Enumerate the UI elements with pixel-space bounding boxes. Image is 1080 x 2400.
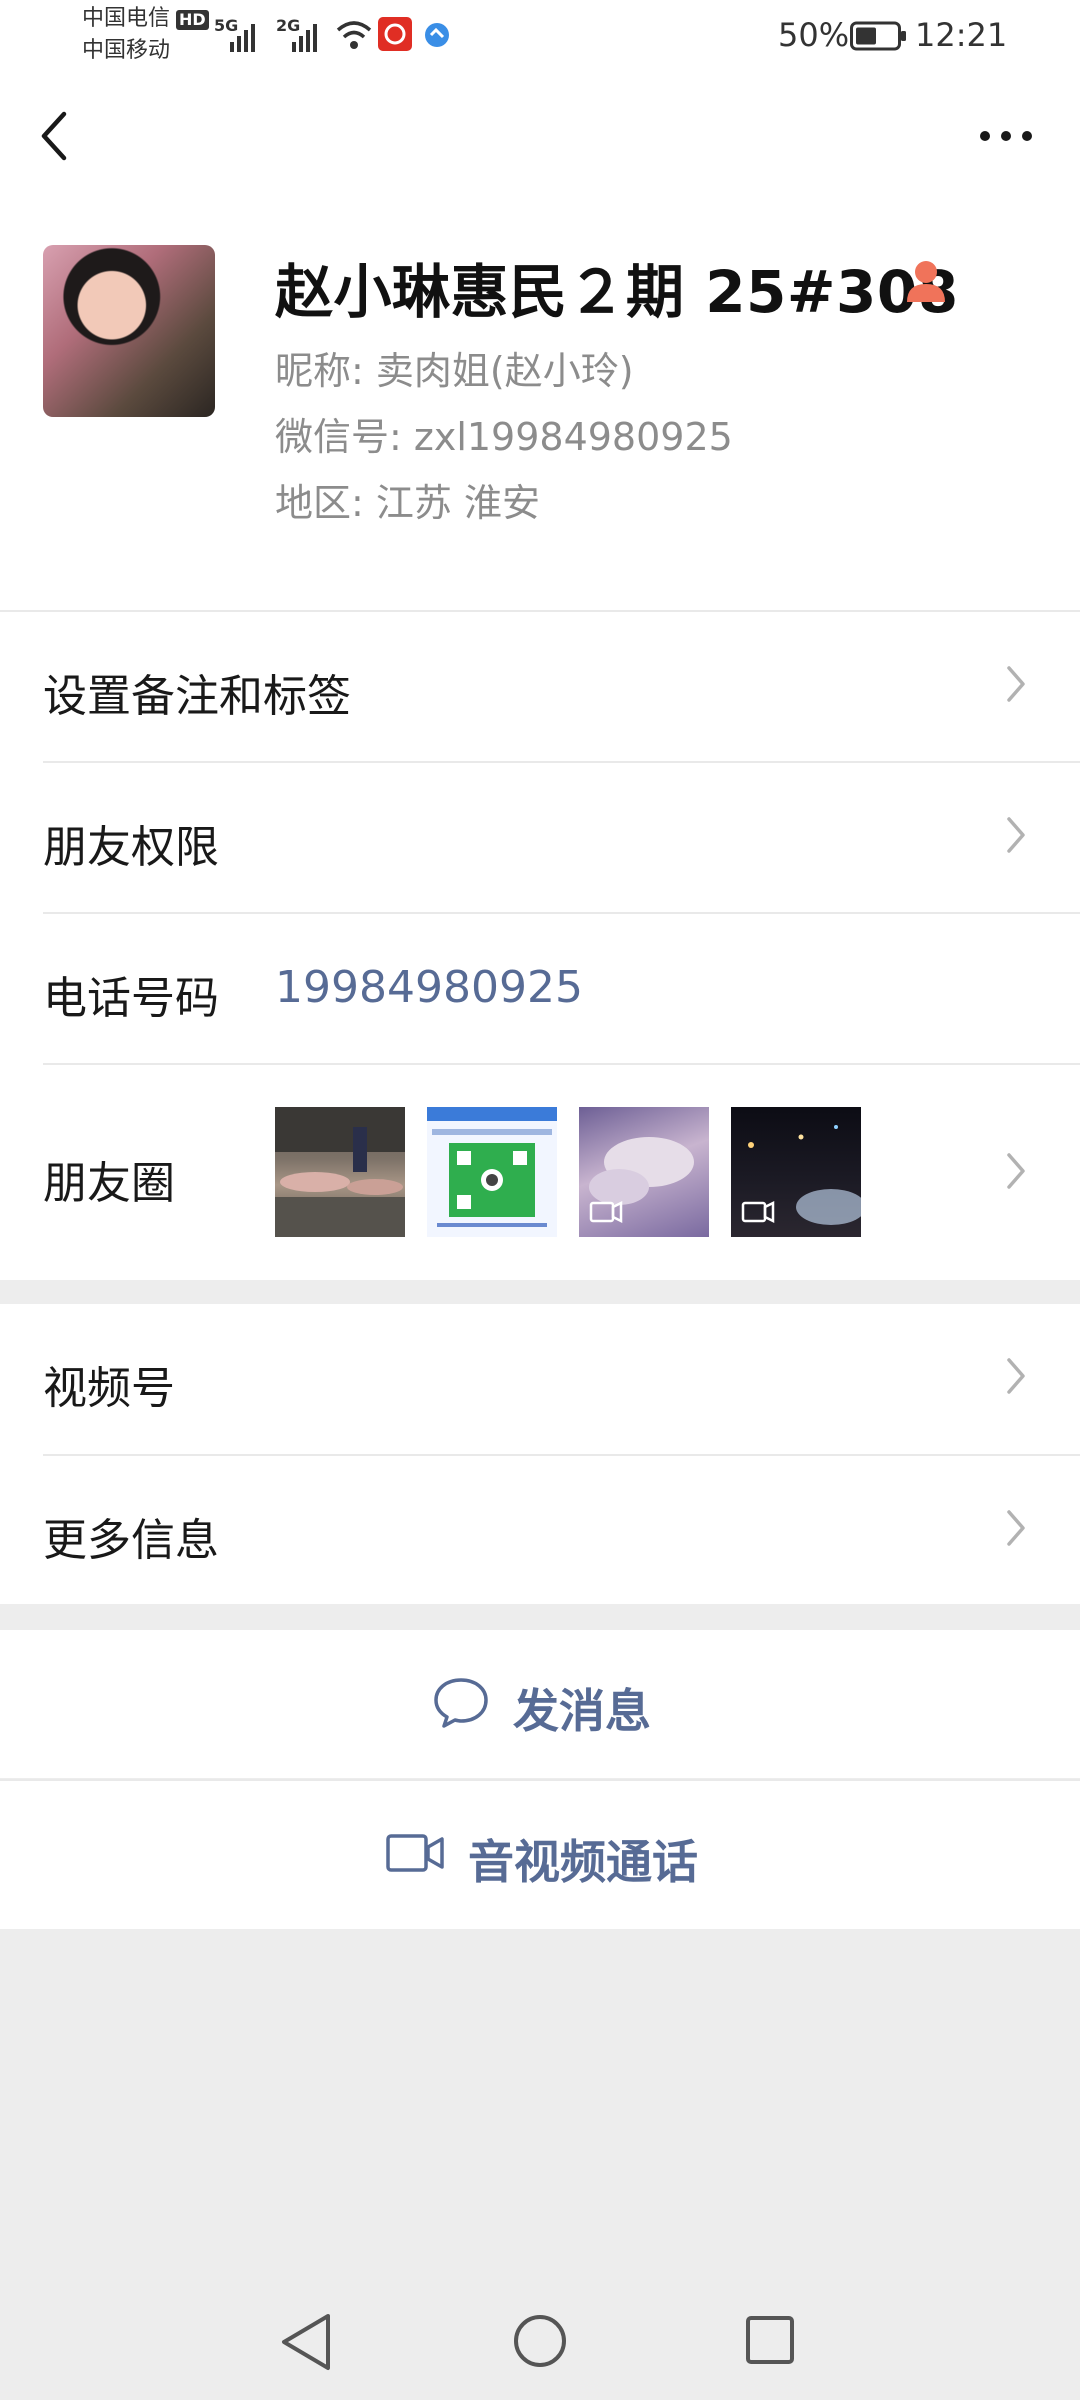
phone-number-value[interactable]: 19984980925: [275, 962, 583, 1013]
chevron-right-icon: [1007, 817, 1025, 853]
remark-tags-label: 设置备注和标签: [43, 671, 351, 722]
channels-row[interactable]: 视频号: [0, 1304, 1080, 1454]
battery-percent: 50%: [778, 16, 850, 54]
app-notification-icon-2: [425, 23, 449, 47]
signal-strength-icon-2: [292, 24, 317, 52]
send-message-button[interactable]: 发消息: [0, 1630, 1080, 1778]
moments-label: 朋友圈: [43, 1158, 175, 1209]
more-info-label: 更多信息: [43, 1515, 219, 1566]
wifi-icon: [336, 21, 372, 49]
phone-number-row: 电话号码 19984980925: [0, 914, 1080, 1064]
status-bar: 中国电信 HD 中国移动 5G 2G 50% 12:21: [0, 0, 1080, 72]
moments-video-thumbnail: [731, 1107, 861, 1237]
app-notification-icon: [378, 17, 412, 51]
moments-thumbnail: [427, 1107, 557, 1237]
remark-tags-row[interactable]: 设置备注和标签: [0, 612, 1080, 762]
friend-permissions-label: 朋友权限: [43, 822, 219, 873]
chevron-right-icon: [1007, 1358, 1025, 1394]
more-info-row[interactable]: 更多信息: [0, 1456, 1080, 1606]
moments-video-thumbnail: [579, 1107, 709, 1237]
clock-time: 12:21: [915, 16, 1008, 54]
chevron-right-icon: [1007, 1153, 1025, 1189]
more-options-icon[interactable]: [978, 128, 1034, 144]
channels-label: 视频号: [43, 1363, 175, 1414]
battery-icon: [850, 21, 906, 51]
carrier-2: 中国移动: [82, 38, 171, 63]
profile-name: 赵小琳惠民２期 25#308: [275, 258, 959, 326]
chevron-right-icon: [1007, 666, 1025, 702]
wechat-id: 微信号: zxl19984980925: [275, 415, 733, 459]
avatar[interactable]: [43, 245, 215, 417]
region: 地区: 江苏 淮安: [275, 481, 540, 525]
back-arrow-icon[interactable]: [36, 108, 72, 164]
nav-recents-icon[interactable]: [744, 2314, 796, 2366]
nav-home-icon[interactable]: [511, 2312, 569, 2370]
av-call-button[interactable]: 音视频通话: [0, 1781, 1080, 1929]
signal-strength-icon: [230, 24, 255, 52]
video-call-icon: [386, 1834, 444, 1872]
female-gender-icon: [907, 261, 945, 302]
nav-back-icon[interactable]: [278, 2312, 334, 2372]
friend-permissions-row[interactable]: 朋友权限: [0, 763, 1080, 913]
chevron-right-icon: [1007, 1510, 1025, 1546]
chat-bubble-icon: [434, 1678, 488, 1728]
phone-number-label: 电话号码: [43, 973, 219, 1024]
av-call-label: 音视频通话: [468, 1835, 698, 1889]
carrier-1: 中国电信: [82, 6, 171, 31]
nickname: 昵称: 卖肉姐(赵小玲): [275, 349, 634, 393]
send-message-label: 发消息: [513, 1684, 651, 1738]
hd-badge: HD: [176, 10, 209, 30]
moments-thumbnail: [275, 1107, 405, 1237]
